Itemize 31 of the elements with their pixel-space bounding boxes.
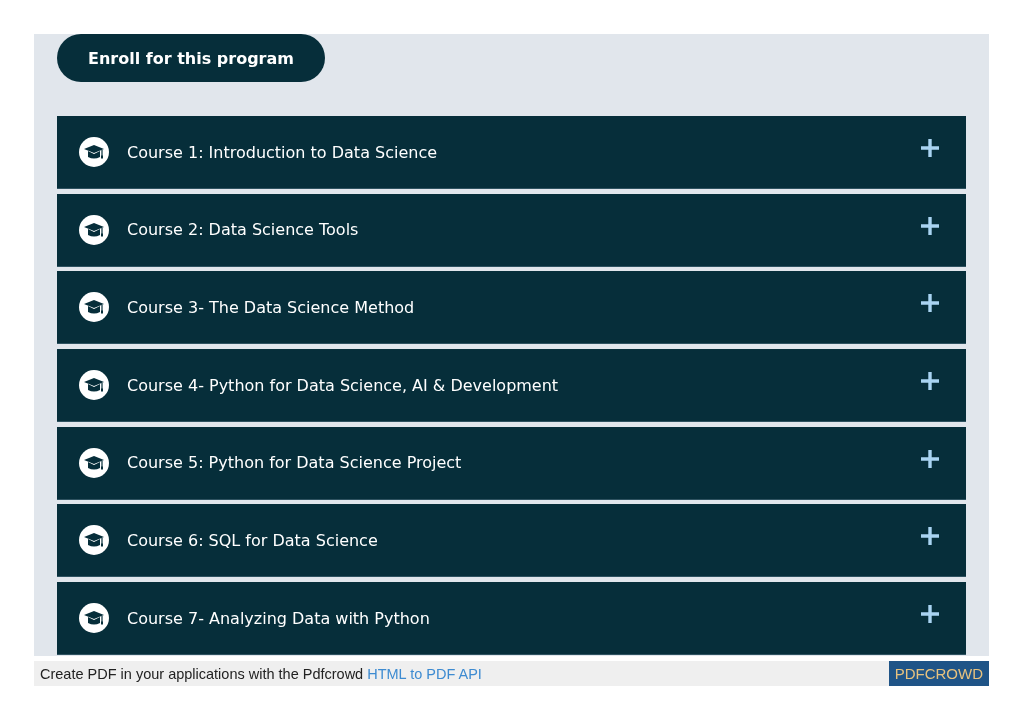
pdfcrowd-badge[interactable]: PDFCROWD: [888, 661, 989, 686]
course-accordion-item[interactable]: Course 4- Python for Data Science, AI & Development: [57, 349, 966, 423]
course-accordion-item[interactable]: Course 6: SQL for Data Science: [57, 504, 966, 578]
footer-text: Create PDF in your applications with the Pdfcrowd: [40, 665, 364, 682]
graduation-cap-icon: [79, 447, 109, 478]
graduation-cap-icon: [79, 603, 109, 634]
course-title: Course 2: Data Science Tools: [127, 220, 360, 240]
plus-icon: [920, 215, 940, 236]
course-title: Course 6: SQL for Data Science: [127, 530, 379, 550]
course-accordion-item[interactable]: Course 2: Data Science Tools: [57, 193, 966, 267]
course-accordion-item[interactable]: Course 3- The Data Science Method: [57, 271, 966, 345]
graduation-cap-icon: [79, 137, 109, 167]
plus-icon: [920, 293, 940, 314]
plus-icon: [920, 371, 940, 392]
course-title: Course 4- Python for Data Science, AI & Development: [127, 375, 560, 395]
plus-icon: [920, 448, 940, 469]
course-title: Course 7- Analyzing Data with Python: [127, 608, 431, 628]
course-accordion-item[interactable]: Course 1: Introduction to Data Science: [57, 116, 966, 189]
course-title: Course 1: Introduction to Data Science: [127, 142, 439, 162]
graduation-cap-icon: [79, 525, 109, 556]
course-title: Course 5: Python for Data Science Project: [127, 453, 463, 473]
graduation-cap-icon: [79, 214, 109, 245]
course-accordion-item[interactable]: Course 5: Python for Data Science Project: [57, 426, 966, 500]
graduation-cap-icon: [79, 292, 109, 323]
plus-icon: [920, 604, 940, 625]
plus-icon: [920, 526, 940, 547]
course-accordion-item[interactable]: Course 7- Analyzing Data with Python: [57, 582, 966, 656]
enroll-button[interactable]: Enroll for this program: [57, 34, 325, 82]
graduation-cap-icon: [79, 370, 109, 401]
plus-icon: [920, 138, 940, 158]
course-title: Course 3- The Data Science Method: [127, 297, 416, 317]
